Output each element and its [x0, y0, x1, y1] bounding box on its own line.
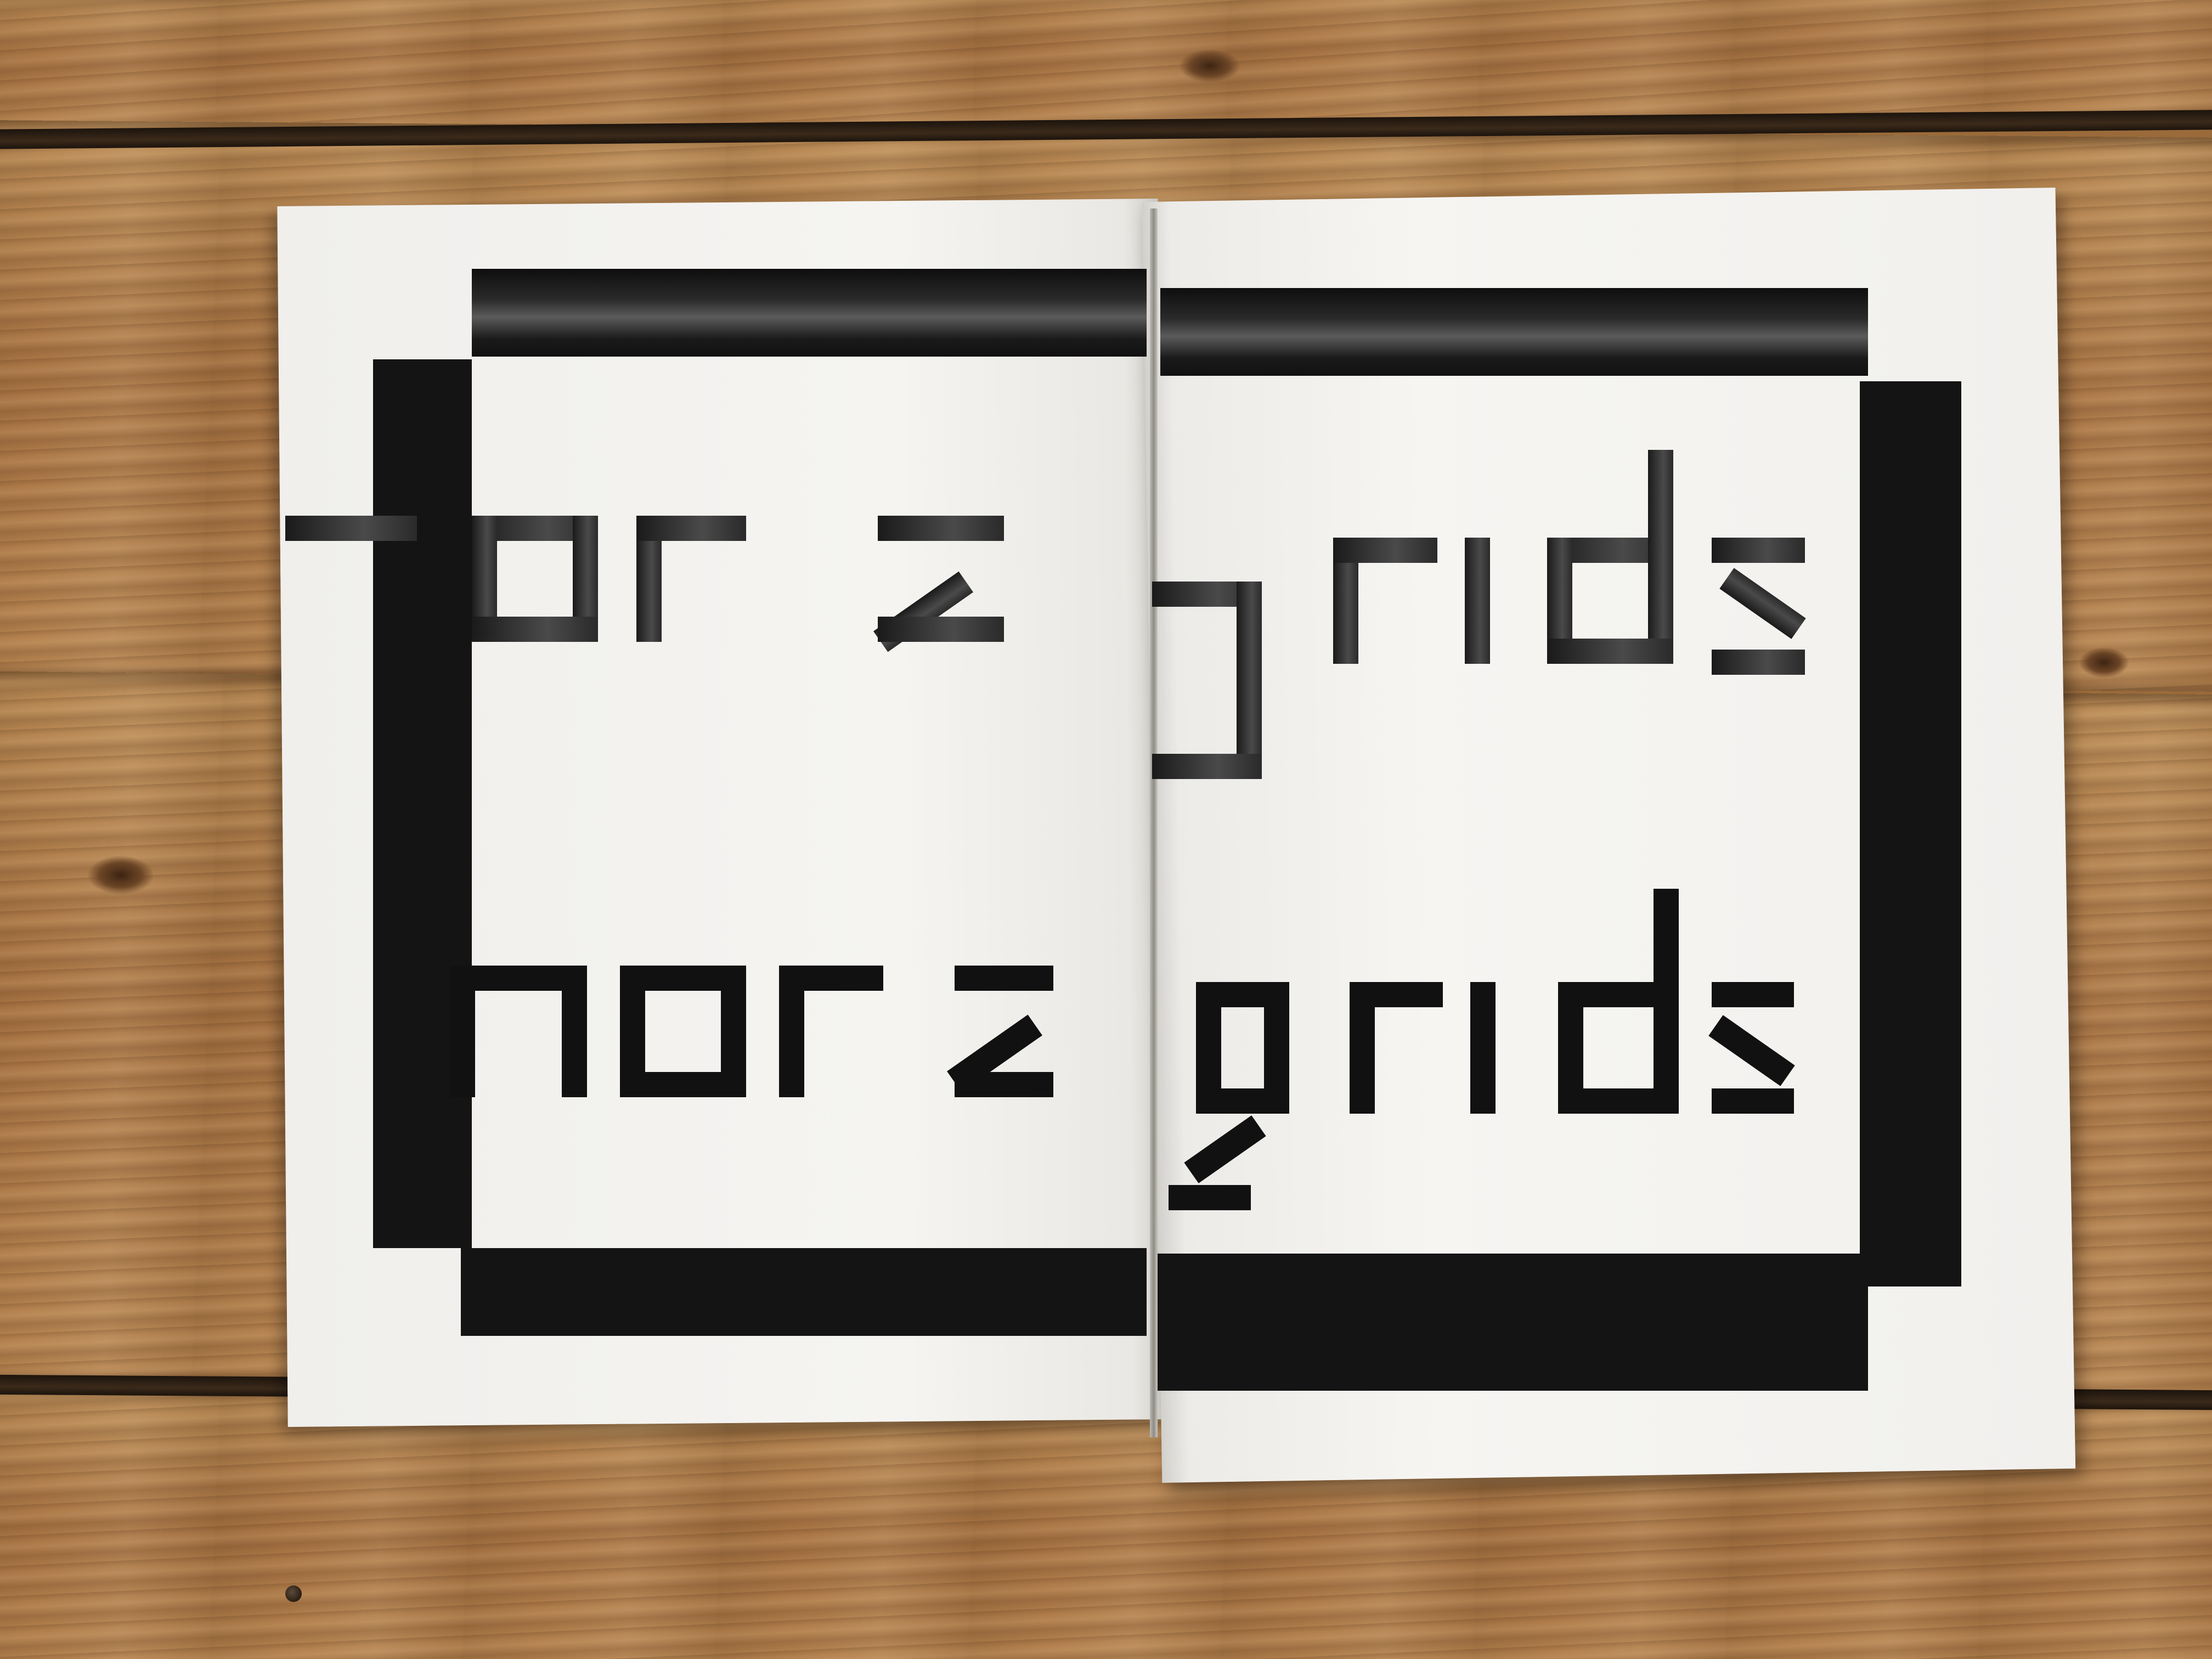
open-booklet: [0, 0, 2212, 1659]
frame-bottom-extension: [1158, 1297, 1865, 1391]
booklet-spine: [1150, 208, 1158, 1437]
frame-top-bar-left: [472, 269, 1147, 357]
frame-bottom-bar-left: [461, 1248, 1147, 1336]
frame-top-bar-right: [1160, 288, 1868, 376]
frame-right-bar: [1860, 381, 1961, 1286]
frame-left-bar: [373, 359, 472, 1248]
